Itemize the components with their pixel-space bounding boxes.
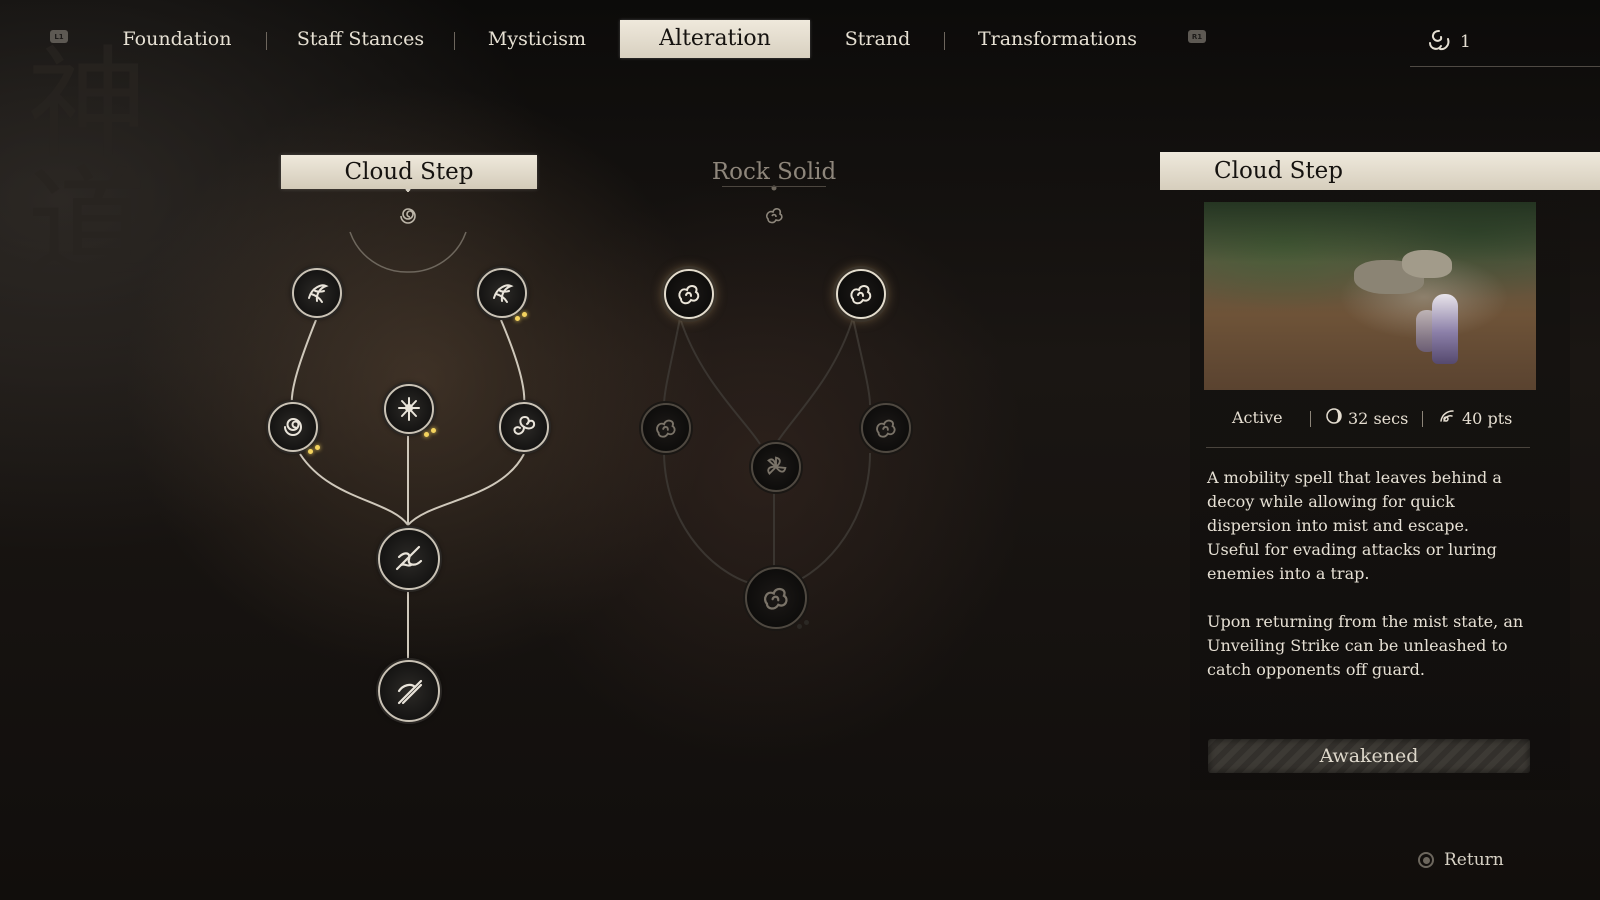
return-button[interactable]: Return	[1418, 848, 1504, 872]
skill-node-rock-solid-5[interactable]	[861, 403, 911, 453]
panel-divider	[1206, 447, 1530, 448]
skill-node-cloud-step-2[interactable]	[477, 268, 527, 318]
skill-node-cloud-step-6[interactable]	[378, 528, 440, 590]
skill-cost-value: 40 pts	[1462, 408, 1513, 428]
moon-timer-icon	[1326, 408, 1342, 428]
preview-character	[1432, 294, 1458, 364]
skill-type: Active	[1232, 408, 1283, 427]
staff-slash-icon	[391, 673, 427, 709]
preview-rock	[1402, 250, 1452, 278]
stat-separator	[1310, 411, 1311, 427]
skill-node-rock-solid-4[interactable]	[751, 442, 801, 492]
preview-foliage	[1204, 202, 1536, 262]
skill-node-rock-solid-1[interactable]	[664, 269, 714, 319]
skill-cooldown-value: 32 secs	[1348, 408, 1409, 428]
skill-status-awakened[interactable]: Awakened	[1208, 739, 1530, 773]
return-label: Return	[1444, 850, 1504, 870]
triskele-icon	[509, 412, 539, 442]
tree-title-underline	[722, 186, 826, 187]
upgrade-pips	[515, 312, 529, 322]
pinwheel-icon	[762, 453, 790, 481]
wind-swirl-icon	[278, 412, 308, 442]
skill-detail-title: Cloud Step	[1160, 152, 1600, 190]
mana-swirl-icon	[1438, 408, 1456, 428]
upgrade-pips	[424, 428, 438, 438]
cloud-knot-icon	[652, 414, 680, 442]
cloud-knot-icon	[846, 279, 876, 309]
feather-swirl-icon	[302, 278, 332, 308]
skill-preview-image	[1204, 202, 1536, 390]
skill-cost: 40 pts	[1438, 408, 1512, 428]
tree-title-rock-solid[interactable]: Rock Solid	[674, 155, 874, 189]
skill-node-rock-solid-3[interactable]	[641, 403, 691, 453]
skill-node-cloud-step-1[interactable]	[292, 268, 342, 318]
swirl-icon	[396, 204, 420, 228]
strike-wave-icon	[391, 541, 427, 577]
skill-node-rock-solid-2[interactable]	[836, 269, 886, 319]
tree-title-cloud-step[interactable]: Cloud Step	[281, 155, 537, 189]
feather-swirl-icon	[487, 278, 517, 308]
stat-separator	[1422, 411, 1423, 427]
cloud-knot-icon	[872, 414, 900, 442]
skill-cooldown: 32 secs	[1326, 408, 1408, 428]
cloud-knot-icon	[762, 203, 786, 227]
upgrade-pips	[308, 445, 322, 455]
skill-node-cloud-step-5[interactable]	[499, 402, 549, 452]
cloud-knot-icon	[674, 279, 704, 309]
skill-description-extra: Upon returning from the mist state, an U…	[1207, 612, 1524, 679]
cloud-knot-icon	[759, 581, 793, 615]
circle-button-icon	[1418, 852, 1434, 868]
star-burst-icon	[394, 394, 424, 424]
upgrade-pips	[797, 620, 811, 630]
skill-stats: Active 32 secs 40 pts	[1206, 408, 1536, 432]
skill-node-cloud-step-4[interactable]	[384, 384, 434, 434]
skill-description: A mobility spell that leaves behind a de…	[1207, 468, 1502, 583]
skill-node-cloud-step-7[interactable]	[378, 660, 440, 722]
